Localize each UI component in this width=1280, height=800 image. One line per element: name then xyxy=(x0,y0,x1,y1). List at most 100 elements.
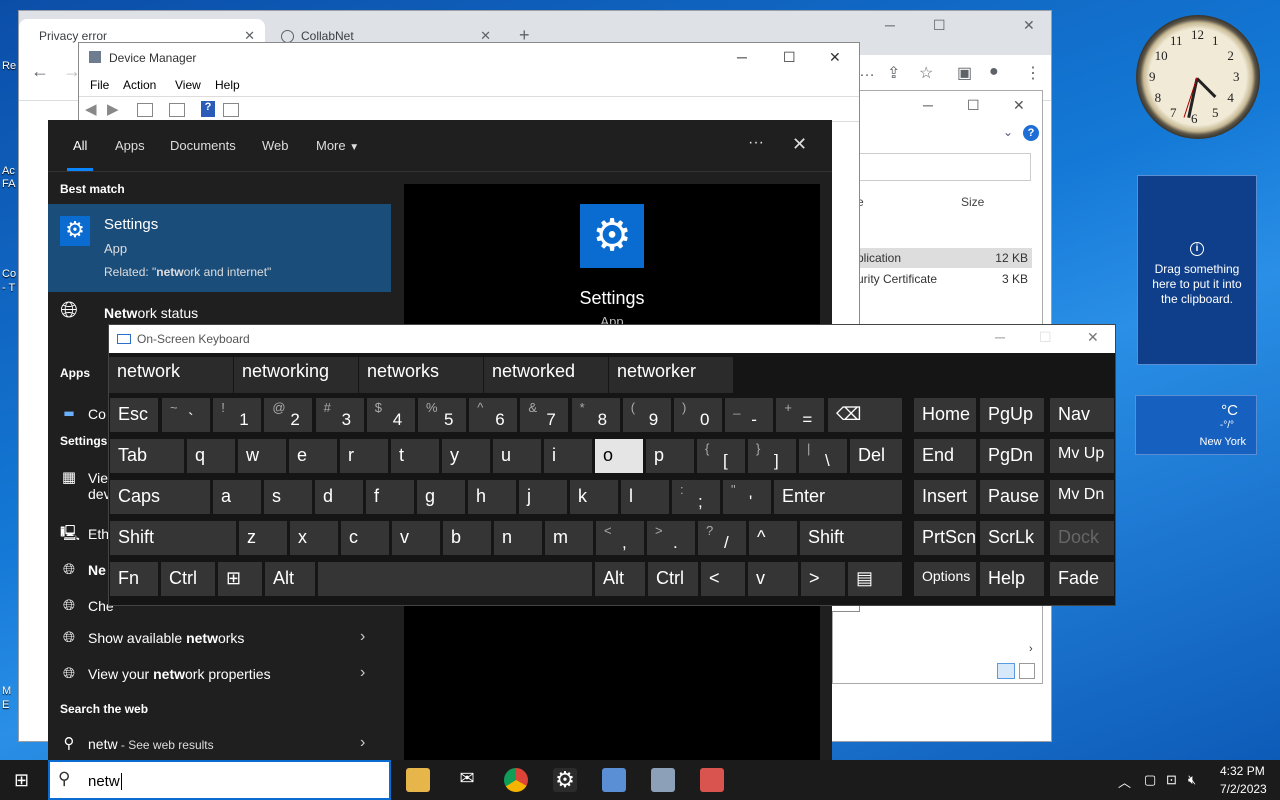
minimize-icon[interactable]: ─ xyxy=(885,17,895,33)
key-letter[interactable]: g xyxy=(416,479,466,515)
desktop-icon-label[interactable]: Re xyxy=(2,60,16,72)
key-mv-dn[interactable]: Mv Dn xyxy=(1049,479,1115,515)
suggestion[interactable]: network xyxy=(109,357,233,393)
forward-icon[interactable]: ▶ xyxy=(107,100,119,118)
mail-icon[interactable]: ✉ xyxy=(455,768,479,792)
key-esc[interactable]: Esc xyxy=(109,397,159,433)
desktop-icon-label[interactable]: FA xyxy=(2,178,15,190)
key-alt-right[interactable]: Alt xyxy=(594,561,646,597)
key-symbol[interactable]: <, xyxy=(595,520,645,556)
key-symbol[interactable]: {[ xyxy=(696,438,746,474)
network-icon[interactable]: ⊡ xyxy=(1166,772,1177,788)
maximize-icon[interactable]: ☐ xyxy=(783,49,796,66)
help-icon[interactable]: ? xyxy=(201,101,215,117)
best-match-settings[interactable]: ⚙ Settings App Related: "network and int… xyxy=(48,204,391,292)
key-shift-right[interactable]: Shift xyxy=(799,520,903,556)
key-letter[interactable]: f xyxy=(365,479,415,515)
key-letter[interactable]: r xyxy=(339,438,389,474)
key-caps[interactable]: Caps xyxy=(109,479,211,515)
show-available-networks-item[interactable]: 🌐︎ Show available networks › xyxy=(48,620,391,656)
update-icon[interactable] xyxy=(169,103,185,117)
key-up-arrow[interactable]: ^ xyxy=(748,520,798,556)
settings-gear-icon[interactable]: ⚙ xyxy=(553,768,577,792)
clipboard-gadget[interactable]: i Drag something here to put it into the… xyxy=(1137,175,1257,365)
key-fade[interactable]: Fade xyxy=(1049,561,1115,597)
column-header-size[interactable]: Size xyxy=(961,195,984,209)
clock-time[interactable]: 4:32 PM xyxy=(1220,764,1265,778)
key-number[interactable]: ~ ` xyxy=(161,397,211,433)
key-number[interactable]: ! 1 xyxy=(212,397,263,433)
key-number[interactable]: + = xyxy=(775,397,826,433)
side-panel-icon[interactable]: ▣ xyxy=(957,63,972,83)
file-row[interactable]: plication 12 KB xyxy=(857,248,1032,268)
more-options-icon[interactable]: ··· xyxy=(748,134,764,152)
chrome-icon[interactable] xyxy=(504,768,528,792)
minimize-icon[interactable]: ─ xyxy=(995,329,1005,345)
key-letter[interactable]: l xyxy=(620,479,670,515)
tab-all[interactable]: All xyxy=(66,138,95,171)
tray-app-icon[interactable]: ▢ xyxy=(1144,772,1156,788)
key-options[interactable]: Options xyxy=(913,561,977,597)
close-search-button[interactable]: ✕ xyxy=(792,134,807,155)
search-box[interactable] xyxy=(859,153,1031,181)
view-network-properties-item[interactable]: 🌐︎ View your network properties › xyxy=(48,656,391,692)
key-pgup[interactable]: PgUp xyxy=(979,397,1045,433)
menu-help[interactable]: Help xyxy=(215,78,240,92)
key-letter[interactable]: q xyxy=(186,438,236,474)
key-insert[interactable]: Insert xyxy=(913,479,977,515)
maximize-icon[interactable]: ☐ xyxy=(933,17,946,34)
key-dock[interactable]: Dock xyxy=(1049,520,1115,556)
taskbar-search-box[interactable]: ⚲ netw xyxy=(48,760,391,800)
key-letter[interactable]: i xyxy=(543,438,593,474)
suggestion[interactable]: networker xyxy=(609,357,733,393)
key-letter[interactable]: h xyxy=(467,479,517,515)
suggestion[interactable]: networking xyxy=(234,357,358,393)
key-letter[interactable]: w xyxy=(237,438,287,474)
key-letter[interactable]: c xyxy=(340,520,390,556)
key-alt[interactable]: Alt xyxy=(264,561,316,597)
key-left-arrow[interactable]: < xyxy=(700,561,746,597)
tab-apps[interactable]: Apps xyxy=(115,138,145,153)
key-tab[interactable]: Tab xyxy=(109,438,185,474)
desktop-icon-label[interactable]: Co xyxy=(2,268,16,280)
close-icon[interactable]: ✕ xyxy=(1023,17,1035,34)
weather-gadget[interactable]: °C -°/° New York xyxy=(1135,395,1257,455)
profile-icon[interactable]: ● xyxy=(989,63,999,81)
key-shift[interactable]: Shift xyxy=(109,520,237,556)
key-number[interactable]: & 7 xyxy=(519,397,570,433)
key-symbol[interactable]: }] xyxy=(747,438,797,474)
more-icon[interactable]: … xyxy=(859,63,875,81)
properties-icon[interactable] xyxy=(137,103,153,117)
back-icon[interactable]: ◀ xyxy=(85,100,97,118)
key-ctrl-right[interactable]: Ctrl xyxy=(647,561,699,597)
key-right-arrow[interactable]: > xyxy=(800,561,846,597)
suggestion[interactable]: networks xyxy=(359,357,483,393)
key-number[interactable]: % 5 xyxy=(417,397,467,433)
back-button[interactable]: ← xyxy=(31,61,49,82)
clock-gadget[interactable]: 12 1 2 3 4 5 6 7 8 9 10 11 xyxy=(1136,15,1260,139)
key-home[interactable]: Home xyxy=(913,397,977,433)
desktop-icon-label[interactable]: E xyxy=(2,699,9,711)
key-number[interactable]: * 8 xyxy=(570,397,621,433)
key-down-arrow[interactable]: v xyxy=(747,561,799,597)
key-letter[interactable]: u xyxy=(492,438,542,474)
show-hidden-icons[interactable]: ︿ xyxy=(1118,772,1131,791)
share-icon[interactable]: ⇪ xyxy=(887,63,900,83)
desktop-icon-label[interactable]: - T xyxy=(2,282,15,294)
scan-icon[interactable] xyxy=(223,103,239,117)
key-prtscn[interactable]: PrtScn xyxy=(913,520,977,556)
tab-documents[interactable]: Documents xyxy=(170,138,236,153)
key-letter[interactable]: a xyxy=(212,479,262,515)
menu-file[interactable]: File xyxy=(90,78,109,92)
key-letter[interactable]: t xyxy=(390,438,440,474)
tab-more[interactable]: More ▼ xyxy=(316,138,359,153)
close-icon[interactable]: ✕ xyxy=(829,49,841,66)
device-manager-icon[interactable] xyxy=(602,768,626,792)
chevron-down-icon[interactable]: ⌄ xyxy=(1003,125,1013,139)
tab-web[interactable]: Web xyxy=(262,138,289,153)
key-pgdn[interactable]: PgDn xyxy=(979,438,1045,474)
file-row[interactable]: urity Certificate 3 KB xyxy=(857,269,1032,289)
suggestion[interactable]: networked xyxy=(484,357,608,393)
key-symbol[interactable]: :; xyxy=(671,479,721,515)
key-letter[interactable]: s xyxy=(263,479,313,515)
